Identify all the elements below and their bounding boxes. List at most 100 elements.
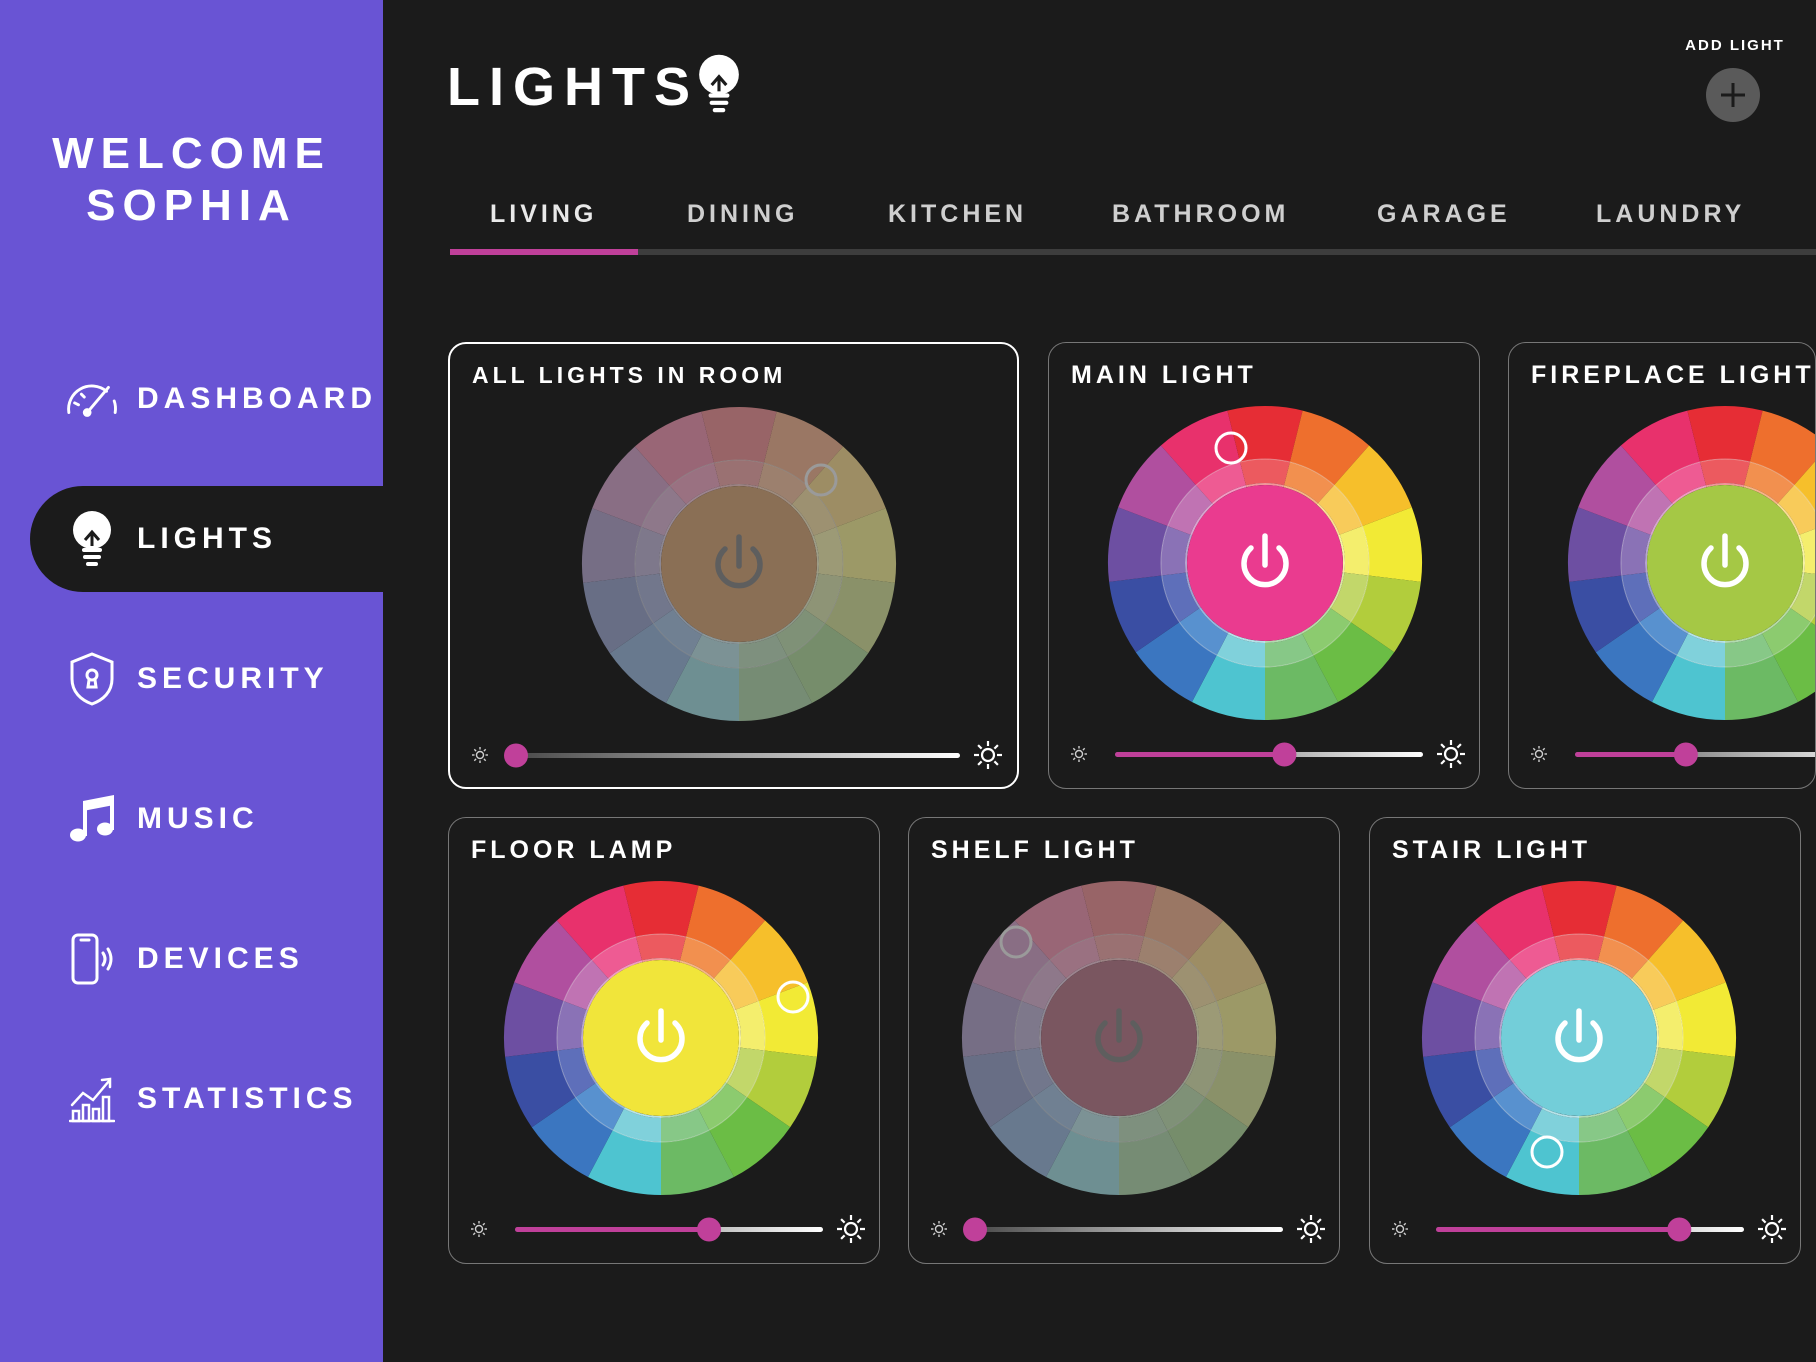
tab-garage[interactable]: GARAGE bbox=[1377, 200, 1511, 229]
light-card-title: FLOOR LAMP bbox=[471, 836, 677, 864]
room-tabs: LIVING DINING KITCHEN BATHROOM GARAGE LA… bbox=[450, 200, 1816, 256]
color-wheel-container bbox=[1107, 405, 1423, 721]
sidebar-item-music[interactable]: MUSIC bbox=[30, 766, 383, 872]
sidebar: WELCOME SOPHIA DASHBOARD LIGHTS SECURITY… bbox=[0, 0, 383, 1362]
welcome-line: WELCOME bbox=[52, 129, 331, 178]
color-wheel-segment[interactable] bbox=[701, 407, 777, 463]
brightness-control bbox=[929, 1209, 1325, 1249]
color-wheel-segment[interactable] bbox=[1081, 881, 1157, 937]
sidebar-item-label: STATISTICS bbox=[137, 1082, 358, 1115]
brightness-control bbox=[1069, 734, 1465, 774]
tab-laundry[interactable]: LAUNDRY bbox=[1596, 200, 1745, 229]
add-light-button[interactable] bbox=[1706, 68, 1760, 122]
slider-thumb[interactable] bbox=[1272, 742, 1297, 767]
tab-dining[interactable]: DINING bbox=[687, 200, 799, 229]
sidebar-item-dashboard[interactable]: DASHBOARD bbox=[30, 346, 383, 452]
bar-chart-icon bbox=[64, 1071, 120, 1127]
color-wheel[interactable] bbox=[961, 880, 1277, 1196]
light-card-title: ALL LIGHTS IN ROOM bbox=[472, 362, 787, 388]
color-wheel-segment[interactable] bbox=[1094, 933, 1144, 961]
color-wheel-segment[interactable] bbox=[1700, 458, 1750, 486]
add-light-label: ADD LIGHT bbox=[1685, 37, 1785, 54]
brightness-control bbox=[470, 735, 1002, 775]
phone-vibrate-icon bbox=[64, 931, 120, 987]
brightness-low-icon bbox=[1071, 746, 1087, 762]
brightness-control bbox=[1390, 1209, 1786, 1249]
color-wheel-container bbox=[961, 880, 1277, 1196]
brightness-low-icon bbox=[471, 1221, 487, 1237]
page-title: LIGHTS bbox=[447, 57, 699, 117]
light-card[interactable]: STAIR LIGHT bbox=[1369, 817, 1801, 1264]
color-wheel-container bbox=[1567, 405, 1816, 721]
light-card[interactable]: FLOOR LAMP bbox=[448, 817, 880, 1264]
sidebar-item-statistics[interactable]: STATISTICS bbox=[30, 1046, 383, 1152]
brightness-slider[interactable] bbox=[469, 1209, 865, 1249]
welcome-greeting: WELCOME SOPHIA bbox=[0, 128, 383, 232]
sidebar-item-label: DASHBOARD bbox=[137, 382, 377, 415]
color-wheel-segment[interactable] bbox=[1240, 458, 1290, 486]
light-card[interactable]: SHELF LIGHT bbox=[908, 817, 1340, 1264]
brightness-low-icon bbox=[1392, 1221, 1408, 1237]
color-wheel[interactable] bbox=[581, 406, 897, 722]
color-wheel[interactable] bbox=[1567, 405, 1816, 721]
light-card[interactable]: FIREPLACE LIGHT bbox=[1508, 342, 1816, 789]
slider-thumb[interactable] bbox=[963, 1217, 987, 1242]
slider-track[interactable] bbox=[975, 1227, 1283, 1232]
lightbulb-icon bbox=[696, 52, 746, 118]
speedometer-icon bbox=[64, 371, 120, 427]
slider-thumb[interactable] bbox=[504, 743, 528, 768]
color-wheel-container bbox=[1421, 880, 1737, 1196]
color-wheel[interactable] bbox=[503, 880, 819, 1196]
brightness-control bbox=[1529, 734, 1816, 774]
sidebar-item-devices[interactable]: DEVICES bbox=[30, 906, 383, 1012]
slider-thumb[interactable] bbox=[1667, 1217, 1692, 1242]
brightness-low-icon bbox=[1531, 746, 1547, 762]
color-wheel[interactable] bbox=[1421, 880, 1737, 1196]
brightness-slider[interactable] bbox=[1529, 734, 1816, 774]
light-card[interactable]: ALL LIGHTS IN ROOM bbox=[448, 342, 1019, 789]
slider-fill bbox=[1436, 1227, 1680, 1232]
sidebar-item-label: MUSIC bbox=[137, 802, 259, 835]
slider-fill bbox=[1115, 752, 1285, 757]
tab-track bbox=[450, 249, 1816, 255]
tab-kitchen[interactable]: KITCHEN bbox=[888, 200, 1027, 229]
color-wheel-container bbox=[503, 880, 819, 1196]
shield-lock-icon bbox=[64, 651, 120, 707]
color-wheel-segment[interactable] bbox=[623, 881, 699, 937]
sidebar-item-security[interactable]: SECURITY bbox=[30, 626, 383, 732]
tab-living[interactable]: LIVING bbox=[490, 200, 597, 229]
slider-thumb[interactable] bbox=[697, 1217, 722, 1242]
light-card-title: MAIN LIGHT bbox=[1071, 361, 1257, 389]
brightness-high-icon bbox=[1758, 1215, 1786, 1243]
slider-fill bbox=[515, 1227, 710, 1232]
color-wheel-segment[interactable] bbox=[1687, 406, 1763, 462]
color-wheel-segment[interactable] bbox=[1554, 933, 1604, 961]
light-card-title: FIREPLACE LIGHT bbox=[1531, 361, 1815, 389]
tab-active-indicator bbox=[450, 249, 638, 255]
brightness-low-icon bbox=[472, 747, 488, 763]
color-wheel[interactable] bbox=[1107, 405, 1423, 721]
brightness-slider[interactable] bbox=[929, 1209, 1325, 1249]
slider-track[interactable] bbox=[516, 753, 960, 758]
tab-bathroom[interactable]: BATHROOM bbox=[1112, 200, 1289, 229]
light-card-title: STAIR LIGHT bbox=[1392, 836, 1592, 864]
music-note-icon bbox=[64, 791, 120, 847]
sidebar-item-label: DEVICES bbox=[137, 942, 304, 975]
slider-thumb[interactable] bbox=[1673, 742, 1698, 767]
color-wheel-segment[interactable] bbox=[714, 459, 764, 487]
brightness-slider[interactable] bbox=[1390, 1209, 1786, 1249]
light-card-title: SHELF LIGHT bbox=[931, 836, 1139, 864]
brightness-high-icon bbox=[974, 741, 1002, 769]
slider-fill bbox=[1575, 752, 1686, 757]
brightness-slider[interactable] bbox=[1069, 734, 1465, 774]
sidebar-item-lights[interactable]: LIGHTS bbox=[30, 486, 383, 592]
color-wheel-segment[interactable] bbox=[1541, 881, 1617, 937]
color-wheel-segment[interactable] bbox=[636, 933, 686, 961]
lightbulb-icon bbox=[64, 511, 120, 567]
brightness-slider[interactable] bbox=[470, 735, 1002, 775]
brightness-low-icon bbox=[931, 1221, 947, 1237]
sidebar-item-label: SECURITY bbox=[137, 662, 329, 695]
user-name: SOPHIA bbox=[86, 181, 297, 230]
light-card[interactable]: MAIN LIGHT bbox=[1048, 342, 1480, 789]
brightness-high-icon bbox=[1297, 1215, 1325, 1243]
